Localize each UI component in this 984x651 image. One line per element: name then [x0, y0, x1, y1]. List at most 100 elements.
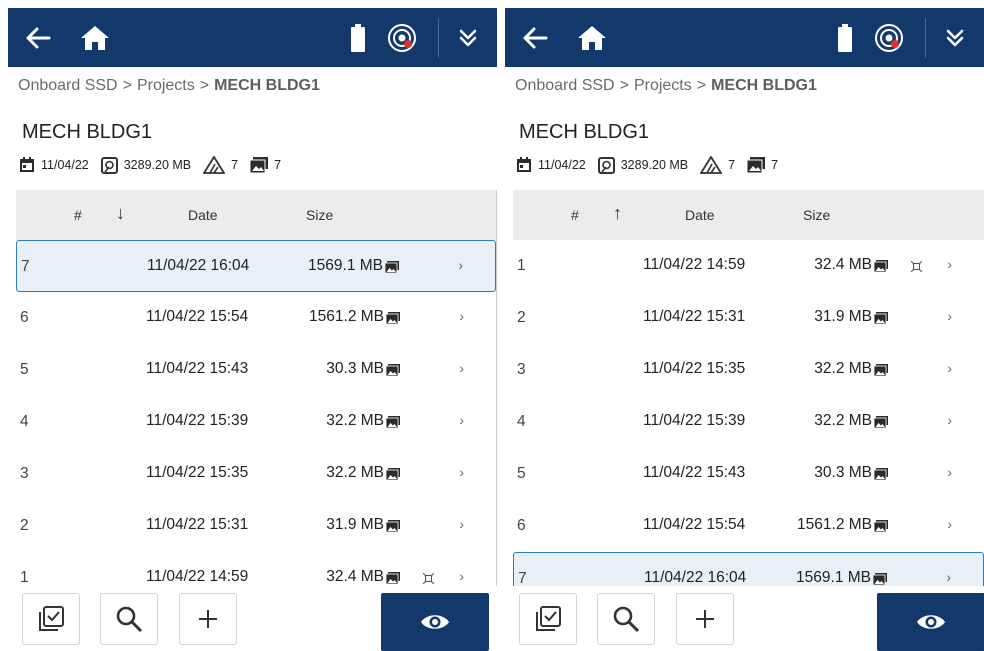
- row-size: 32.2 MB: [326, 464, 384, 481]
- row-size: 32.2 MB: [326, 412, 384, 429]
- scan-icon: [700, 156, 723, 174]
- breadcrumb-separator: >: [619, 77, 629, 94]
- image-icon: [384, 260, 399, 278]
- target-icon: [422, 571, 435, 586]
- list-item[interactable]: 7 11/04/22 16:04 1569.1 MB ›: [16, 240, 496, 292]
- calendar-icon: [517, 157, 531, 172]
- breadcrumb-projects[interactable]: Projects: [634, 77, 692, 94]
- list-item[interactable]: 3 11/04/22 15:35 32.2 MB ›: [513, 344, 984, 396]
- image-icon: [873, 363, 888, 381]
- meta-scans-value: 7: [728, 158, 736, 172]
- eye-icon[interactable]: [381, 593, 489, 651]
- list-item[interactable]: 6 11/04/22 15:54 1561.2 MB ›: [513, 500, 984, 552]
- list-item[interactable]: 5 11/04/22 15:43 30.3 MB ›: [16, 344, 496, 396]
- breadcrumb-root[interactable]: Onboard SSD: [18, 77, 118, 94]
- chevron-right-icon[interactable]: ›: [459, 568, 464, 584]
- meta-scans: 7: [203, 156, 238, 174]
- list-item[interactable]: 4 11/04/22 15:39 32.2 MB ›: [16, 396, 496, 448]
- image-icon: [250, 157, 269, 173]
- column-size[interactable]: Size: [306, 207, 333, 223]
- list-item[interactable]: 4 11/04/22 15:39 32.2 MB ›: [513, 396, 984, 448]
- image-icon: [747, 157, 766, 173]
- meta-images-value: 7: [771, 158, 779, 172]
- row-size: 31.9 MB: [326, 516, 384, 533]
- list-item[interactable]: 6 11/04/22 15:54 1561.2 MB ›: [16, 292, 496, 344]
- breadcrumb: Onboard SSD > Projects > MECH BLDG1: [515, 77, 817, 95]
- checklist-icon[interactable]: [519, 593, 577, 645]
- home-icon[interactable]: [572, 18, 612, 58]
- column-number[interactable]: #: [74, 207, 82, 223]
- chevron-right-icon[interactable]: ›: [459, 308, 464, 324]
- checklist-icon[interactable]: [22, 593, 80, 645]
- project-meta: 11/04/22 3289.20 MB 7 7: [516, 156, 790, 174]
- chevron-right-icon[interactable]: ›: [459, 412, 464, 428]
- meta-size-value: 3289.20 MB: [620, 158, 689, 172]
- chevron-right-icon[interactable]: ›: [947, 308, 952, 324]
- row-number: 6: [517, 517, 526, 534]
- row-date: 11/04/22 15:31: [643, 308, 746, 325]
- chevron-right-icon[interactable]: ›: [458, 257, 463, 273]
- meta-images: 7: [250, 157, 281, 173]
- image-icon: [873, 519, 888, 537]
- battery-icon: [825, 18, 865, 58]
- meta-date-value: 11/04/22: [538, 158, 586, 172]
- chevron-right-icon[interactable]: ›: [459, 464, 464, 480]
- plus-icon[interactable]: [676, 593, 734, 645]
- image-icon: [872, 572, 887, 586]
- search-icon[interactable]: [597, 593, 655, 645]
- chevron-double-down-icon[interactable]: [439, 18, 497, 58]
- sort-arrow-up-icon[interactable]: ↑: [613, 203, 622, 224]
- search-icon[interactable]: [100, 593, 158, 645]
- column-size[interactable]: Size: [803, 207, 830, 223]
- row-size: 32.4 MB: [814, 256, 872, 273]
- row-number: 1: [517, 257, 526, 274]
- list-item[interactable]: 5 11/04/22 15:43 30.3 MB ›: [513, 448, 984, 500]
- list-item[interactable]: 2 11/04/22 15:31 31.9 MB ›: [513, 292, 984, 344]
- image-icon: [385, 415, 400, 433]
- breadcrumb: Onboard SSD > Projects > MECH BLDG1: [18, 77, 320, 95]
- project-meta: 11/04/22 3289.20 MB 7 7: [19, 156, 293, 174]
- meta-date-value: 11/04/22: [41, 158, 89, 172]
- arrow-left-icon[interactable]: [18, 18, 58, 58]
- gps-satellite-icon[interactable]: [382, 18, 422, 58]
- row-date: 11/04/22 15:39: [146, 412, 249, 429]
- calendar-icon: [20, 157, 34, 172]
- chevron-right-icon[interactable]: ›: [947, 256, 952, 272]
- chevron-right-icon[interactable]: ›: [947, 516, 952, 532]
- row-size: 30.3 MB: [326, 360, 384, 377]
- arrow-left-icon[interactable]: [515, 18, 555, 58]
- breadcrumb-separator: >: [199, 77, 210, 94]
- breadcrumb-projects[interactable]: Projects: [137, 77, 195, 94]
- storage-icon: [100, 156, 118, 174]
- list-item[interactable]: 1 11/04/22 14:59 32.4 MB ›: [513, 240, 984, 292]
- chevron-right-icon[interactable]: ›: [946, 569, 951, 585]
- bottom-toolbar: [505, 586, 984, 651]
- chevron-right-icon[interactable]: ›: [947, 360, 952, 376]
- meta-scans-value: 7: [231, 158, 239, 172]
- column-date[interactable]: Date: [685, 207, 715, 223]
- list-item[interactable]: 3 11/04/22 15:35 32.2 MB ›: [16, 448, 496, 500]
- breadcrumb-root[interactable]: Onboard SSD: [515, 77, 615, 94]
- row-date: 11/04/22 15:35: [643, 360, 746, 377]
- chevron-right-icon[interactable]: ›: [459, 360, 464, 376]
- top-bar: [8, 8, 497, 67]
- chevron-double-down-icon[interactable]: [926, 18, 984, 58]
- list-item[interactable]: 7 11/04/22 16:04 1569.1 MB ›: [513, 552, 984, 586]
- column-date[interactable]: Date: [188, 207, 218, 223]
- list-item[interactable]: 2 11/04/22 15:31 31.9 MB ›: [16, 500, 496, 552]
- plus-icon[interactable]: [179, 593, 237, 645]
- home-icon[interactable]: [75, 18, 115, 58]
- gps-satellite-icon[interactable]: [869, 18, 909, 58]
- chevron-right-icon[interactable]: ›: [947, 464, 952, 480]
- column-number[interactable]: #: [571, 207, 579, 223]
- sort-arrow-down-icon[interactable]: ↓: [116, 203, 125, 224]
- list-item[interactable]: 1 11/04/22 14:59 32.4 MB ›: [16, 552, 496, 586]
- chevron-right-icon[interactable]: ›: [459, 516, 464, 532]
- image-icon: [385, 519, 400, 537]
- row-size: 1569.1 MB: [308, 257, 383, 274]
- row-date: 11/04/22 15:43: [643, 464, 746, 481]
- eye-icon[interactable]: [877, 593, 984, 651]
- target-icon: [910, 259, 923, 277]
- row-date: 11/04/22 14:59: [643, 256, 746, 273]
- chevron-right-icon[interactable]: ›: [947, 412, 952, 428]
